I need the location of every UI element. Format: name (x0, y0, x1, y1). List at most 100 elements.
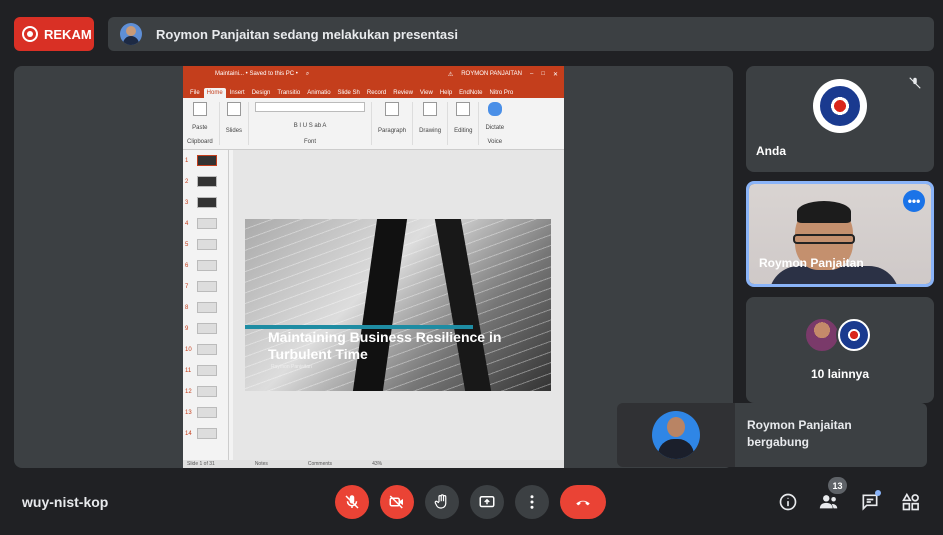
hang-up-icon (576, 500, 590, 506)
slide-thumbnail-image (197, 260, 217, 271)
slide-thumbnail-image (197, 365, 217, 376)
more-vert-icon (530, 495, 534, 509)
slide-thumbnail: 9 (183, 318, 228, 339)
organization-logo (813, 79, 867, 133)
present-screen-button[interactable] (470, 485, 504, 519)
slide-number: 4 (185, 220, 189, 227)
slide-thumbnail-image (197, 386, 217, 397)
slide-number: 14 (185, 430, 192, 437)
warning-icon: ⚠ (447, 71, 454, 78)
slide-thumbnail-image (197, 218, 217, 229)
slide-number: 3 (185, 199, 189, 206)
paste-icon (192, 102, 207, 116)
ppt-tab: Record (366, 90, 387, 96)
slide-thumbnail: 1 (183, 150, 228, 171)
ppt-tab: Animatio (307, 90, 331, 96)
participant-tile-others[interactable]: 10 lainnya (746, 297, 934, 403)
clipboard-label: Clipboard (187, 139, 213, 145)
join-text: Roymon Panjaitan bergabung (747, 418, 852, 449)
zoom-level: 43% (372, 461, 383, 467)
mic-off-icon (908, 76, 924, 92)
slides-label: Slides (225, 127, 243, 134)
meeting-info-button[interactable] (776, 490, 800, 514)
activities-button[interactable] (899, 490, 923, 514)
slide-number: 11 (185, 367, 192, 374)
presenter-avatar (120, 23, 142, 45)
avatar (804, 317, 840, 353)
slide-thumbnail-image (197, 239, 217, 250)
slide-number: 9 (185, 325, 189, 332)
font-format-icons: B I U S ab A (293, 122, 327, 129)
info-icon (779, 493, 797, 511)
ribbon-group-paragraph: Paragraph (378, 102, 414, 145)
ppt-tab: Nitro Pro (489, 90, 514, 96)
participant-name: Anda (756, 144, 786, 158)
slide-subtitle: Roymon Panjaitan (271, 364, 312, 370)
others-count-label: 10 lainnya (810, 367, 870, 381)
mic-toggle-button[interactable] (335, 485, 369, 519)
participant-name: Roymon Panjaitan (759, 256, 864, 270)
slide-thumbnail-image (197, 302, 217, 313)
ppt-tab: Home (203, 88, 226, 98)
ppt-titlebar: Maintaini... • Saved to this PC • ⌕ ⚠ RO… (183, 66, 564, 82)
voice-label: Voice (487, 139, 503, 145)
slides-icon (226, 102, 241, 116)
slide-number: 7 (185, 283, 189, 290)
slide-thumbnail-image (197, 323, 217, 334)
slide-thumbnail: 8 (183, 297, 228, 318)
editing-label: Editing (454, 127, 473, 134)
join-notification: Roymon Panjaitan bergabung (617, 403, 927, 467)
slide-canvas: Maintaining Business Resilience in Turbu… (233, 150, 564, 460)
ppt-tab: Transitio (277, 90, 301, 96)
ppt-user: ROYMON PANJAITAN (461, 71, 522, 77)
minimize-icon: – (530, 71, 534, 77)
record-icon (22, 26, 38, 42)
notes-label: Notes (254, 461, 268, 467)
avatar (836, 317, 872, 353)
slide-title: Maintaining Business Resilience in Turbu… (268, 329, 502, 362)
mic-off-icon (345, 495, 359, 509)
ppt-ribbon: Paste Clipboard Slides B I U S ab A Font… (183, 98, 564, 150)
ppt-tab: View (419, 90, 433, 96)
slide-thumbnail: 7 (183, 276, 228, 297)
search-icon: ⌕ (305, 70, 310, 77)
record-label: REKAM (44, 26, 92, 42)
current-slide: Maintaining Business Resilience in Turbu… (245, 219, 551, 391)
participant-tile-speaker[interactable]: ••• Roymon Panjaitan (746, 181, 934, 287)
paragraph-label: Paragraph (378, 127, 407, 134)
ppt-ribbon-tabs: File Home Insert Design Transitio Animatio Sli… (183, 82, 564, 98)
slide-thumbnail-image (197, 155, 217, 166)
slide-number: 12 (185, 388, 192, 395)
slide-thumbnail-image (197, 176, 217, 187)
microphone-icon (487, 102, 502, 116)
paragraph-icon (385, 102, 400, 116)
slide-number: 10 (185, 346, 192, 353)
slide-thumbnail: 5 (183, 234, 228, 255)
slide-number: 8 (185, 304, 189, 311)
record-button[interactable]: REKAM (14, 17, 94, 51)
slide-thumbnail: 13 (183, 402, 228, 423)
slide-number: 2 (185, 178, 189, 185)
slide-thumbnail: 11 (183, 360, 228, 381)
hand-icon (434, 494, 447, 509)
slide-thumbnail: 12 (183, 381, 228, 402)
ppt-tab: Insert (229, 90, 245, 96)
leave-call-button[interactable] (560, 485, 606, 519)
raise-hand-button[interactable] (425, 485, 459, 519)
slide-number: 6 (185, 262, 189, 269)
others-avatars (804, 317, 872, 353)
paste-label: Paste (192, 124, 208, 131)
ppt-tab: EndNote (459, 90, 483, 96)
ppt-tab: Help (439, 90, 453, 96)
camera-toggle-button[interactable] (380, 485, 414, 519)
slide-thumbnails: 1 2 3 4 5 6 7 8 9 10 11 12 13 14 (183, 150, 229, 460)
ribbon-group-clipboard: Paste Clipboard (187, 102, 220, 145)
more-options-button[interactable] (515, 485, 549, 519)
comments-label: Comments (307, 461, 333, 467)
font-name-box (255, 102, 366, 112)
participant-tile-you[interactable]: Anda (746, 66, 934, 172)
slide-thumbnail: 2 (183, 171, 228, 192)
presenting-text: Roymon Panjaitan sedang melakukan presen… (156, 26, 458, 42)
slide-thumbnail: 10 (183, 339, 228, 360)
more-options-button[interactable]: ••• (903, 190, 925, 212)
